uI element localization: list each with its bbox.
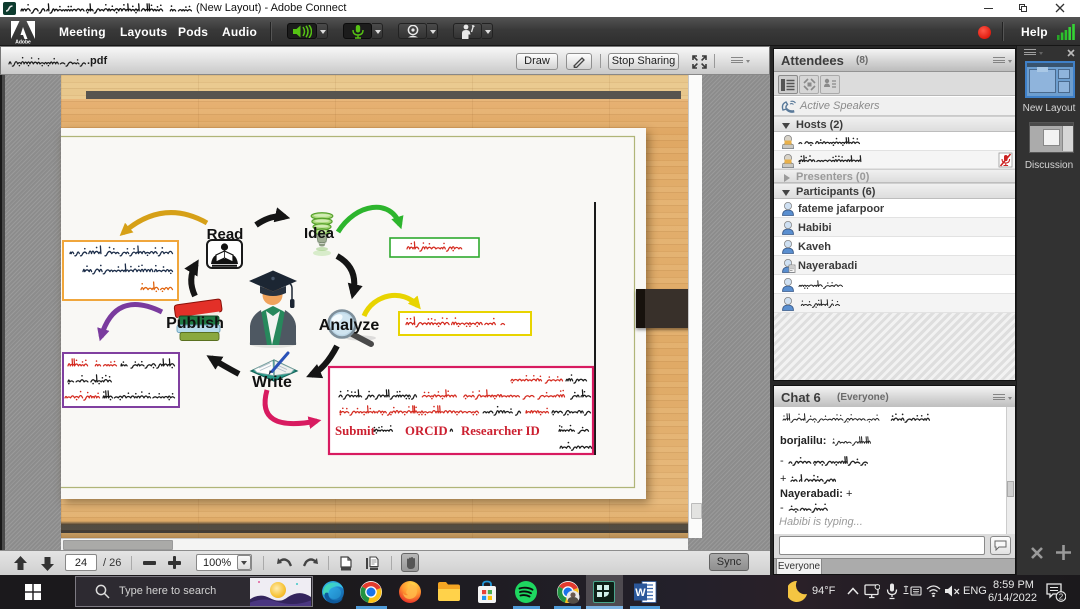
svg-text:Adobe: Adobe [15, 40, 31, 45]
svg-text:Read: Read [207, 226, 244, 243]
svg-text:W: W [635, 587, 646, 599]
svg-text:ORCID: ORCID [405, 424, 448, 438]
svg-text:Submit: Submit [335, 424, 376, 438]
svg-text:2: 2 [1059, 593, 1064, 602]
svg-text:Publish: Publish [166, 315, 224, 332]
svg-text:Analyze: Analyze [319, 317, 380, 334]
svg-text:Write: Write [252, 374, 292, 391]
svg-text:Idea: Idea [304, 225, 335, 242]
svg-text:Researcher ID: Researcher ID [461, 424, 540, 438]
